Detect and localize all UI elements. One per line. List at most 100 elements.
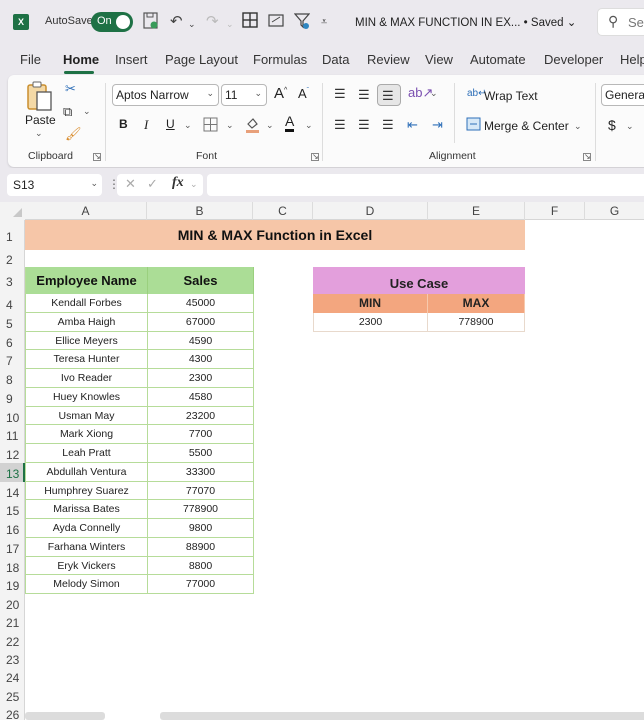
row-header-7[interactable]: 7 xyxy=(0,350,25,369)
tab-review[interactable]: Review xyxy=(367,52,410,67)
tab-help[interactable]: Help xyxy=(620,52,644,67)
employee-name-cell[interactable]: Kendall Forbes xyxy=(26,294,148,313)
employee-name-cell[interactable]: Usman May xyxy=(26,406,148,426)
decrease-indent-icon[interactable]: ⇤ xyxy=(407,117,418,133)
merge-center-button[interactable]: Merge & Center xyxy=(484,119,569,133)
row-header-24[interactable]: 24 xyxy=(0,667,25,685)
align-left-icon[interactable]: ☰ xyxy=(334,117,346,133)
row-header-13[interactable]: 13 xyxy=(0,462,25,482)
borders-button-icon[interactable] xyxy=(203,117,218,136)
sales-cell[interactable]: 88900 xyxy=(148,537,254,557)
sales-cell[interactable]: 4580 xyxy=(148,387,254,407)
row-header-20[interactable]: 20 xyxy=(0,594,25,612)
sheet-title-cell[interactable]: MIN & MAX Function in Excel xyxy=(25,220,525,250)
tab-page-layout[interactable]: Page Layout xyxy=(165,52,238,67)
employee-name-cell[interactable]: Huey Knowles xyxy=(26,387,148,407)
merge-dropdown-icon[interactable]: ⌄ xyxy=(574,121,582,132)
tab-file[interactable]: File xyxy=(20,52,41,67)
row-header-11[interactable]: 11 xyxy=(0,425,25,444)
row-header-23[interactable]: 23 xyxy=(0,649,25,667)
select-all-button[interactable] xyxy=(0,202,25,220)
sales-cell[interactable]: 33300 xyxy=(148,462,254,482)
employee-name-cell[interactable]: Amba Haigh xyxy=(26,312,148,332)
save-icon[interactable] xyxy=(143,12,159,36)
undo-dropdown-icon[interactable]: ⌄ xyxy=(188,14,196,34)
row-header-26[interactable]: 26 xyxy=(0,704,25,720)
row-header-3[interactable]: 3 xyxy=(0,267,25,294)
header-sales[interactable]: Sales xyxy=(148,267,254,294)
paste-dropdown-icon[interactable]: ⌄ xyxy=(35,128,43,139)
currency-button[interactable]: $ xyxy=(608,117,616,133)
row-header-4[interactable]: 4 xyxy=(0,294,25,313)
row-header-21[interactable]: 21 xyxy=(0,612,25,630)
worksheet-grid[interactable]: A B C D E F G 1 2 3 4 5 6 7 8 9 10 11 12 13 14 15 16 17 1… xyxy=(0,202,644,720)
shrink-font-button[interactable]: Aˇ xyxy=(298,86,309,101)
employee-name-cell[interactable]: Marissa Bates xyxy=(26,500,148,519)
orientation-dropdown-icon[interactable]: ⌄ xyxy=(430,88,438,99)
employee-name-cell[interactable]: Humphrey Suarez xyxy=(26,481,148,501)
underline-button[interactable]: U xyxy=(166,117,175,131)
font-color-dropdown-icon[interactable]: ⌄ xyxy=(305,120,313,131)
grow-font-button[interactable]: A^ xyxy=(274,85,287,102)
employee-name-cell[interactable]: Ivo Reader xyxy=(26,369,148,388)
wrap-text-button[interactable]: Wrap Text xyxy=(484,89,538,103)
employee-name-cell[interactable]: Leah Pratt xyxy=(26,444,148,463)
search-box[interactable]: ⚲ Se xyxy=(597,8,644,36)
cut-icon[interactable]: ✂ xyxy=(65,81,76,97)
header-employee-name[interactable]: Employee Name xyxy=(26,267,148,294)
fill-color-dropdown-icon[interactable]: ⌄ xyxy=(266,120,274,131)
row-header-15[interactable]: 15 xyxy=(0,500,25,519)
sales-cell[interactable]: 7700 xyxy=(148,425,254,444)
name-box[interactable]: S13 ⌄ xyxy=(7,174,102,196)
row-header-22[interactable]: 22 xyxy=(0,631,25,649)
column-header-c[interactable]: C xyxy=(253,202,313,220)
row-header-14[interactable]: 14 xyxy=(0,482,25,501)
row-header-9[interactable]: 9 xyxy=(0,388,25,407)
max-header[interactable]: MAX xyxy=(428,294,525,313)
customize-qat-icon[interactable]: ⩡ xyxy=(321,12,327,32)
tab-home[interactable]: Home xyxy=(63,52,99,67)
min-header[interactable]: MIN xyxy=(313,294,428,313)
column-header-e[interactable]: E xyxy=(428,202,525,220)
employee-name-cell[interactable]: Eryk Vickers xyxy=(26,556,148,576)
employee-name-cell[interactable]: Mark Xiong xyxy=(26,425,148,444)
cancel-icon[interactable]: ✕ xyxy=(125,176,136,192)
font-name-dropdown[interactable]: Aptos Narrow ⌄ xyxy=(112,84,219,106)
alignment-launcher-icon[interactable]: ↘ xyxy=(583,153,591,161)
column-header-g[interactable]: G xyxy=(585,202,644,220)
copy-icon[interactable]: ⧉ xyxy=(63,104,72,120)
column-header-f[interactable]: F xyxy=(525,202,585,220)
clipboard-launcher-icon[interactable]: ↘ xyxy=(93,153,101,161)
align-right-icon[interactable]: ☰ xyxy=(382,117,394,133)
bold-button[interactable]: B xyxy=(119,117,128,131)
borders-dropdown-icon[interactable]: ⌄ xyxy=(226,120,234,131)
sales-cell[interactable]: 9800 xyxy=(148,519,254,538)
paste-button[interactable]: Paste xyxy=(25,113,56,127)
row-header-5[interactable]: 5 xyxy=(0,313,25,332)
font-size-dropdown[interactable]: 11 ⌄ xyxy=(221,84,267,106)
sales-cell[interactable]: 45000 xyxy=(148,294,254,313)
tab-developer[interactable]: Developer xyxy=(544,52,603,67)
filter-icon[interactable] xyxy=(293,12,311,36)
employee-name-cell[interactable]: Ellice Meyers xyxy=(26,331,148,351)
sales-cell[interactable]: 77070 xyxy=(148,481,254,501)
sales-cell[interactable]: 778900 xyxy=(148,500,254,519)
row-header-2[interactable]: 2 xyxy=(0,250,25,267)
tab-automate[interactable]: Automate xyxy=(470,52,526,67)
sales-cell[interactable]: 5500 xyxy=(148,444,254,463)
sales-cell[interactable]: 67000 xyxy=(148,312,254,332)
row-header-6[interactable]: 6 xyxy=(0,332,25,351)
horizontal-scrollbar[interactable] xyxy=(160,712,644,720)
align-top-icon[interactable]: ☰ xyxy=(334,86,346,102)
column-header-d[interactable]: D xyxy=(313,202,428,220)
fill-color-icon[interactable] xyxy=(245,116,260,137)
insert-function-button[interactable]: fx xyxy=(172,175,184,191)
sheet-tabs-scroll[interactable] xyxy=(25,712,105,720)
undo-icon[interactable]: ↶ xyxy=(170,12,183,32)
row-header-1[interactable]: 1 xyxy=(0,220,25,250)
currency-dropdown-icon[interactable]: ⌄ xyxy=(626,121,634,132)
row-header-10[interactable]: 10 xyxy=(0,407,25,426)
borders-icon[interactable] xyxy=(242,12,258,34)
sales-cell[interactable]: 8800 xyxy=(148,556,254,576)
tab-view[interactable]: View xyxy=(425,52,453,67)
